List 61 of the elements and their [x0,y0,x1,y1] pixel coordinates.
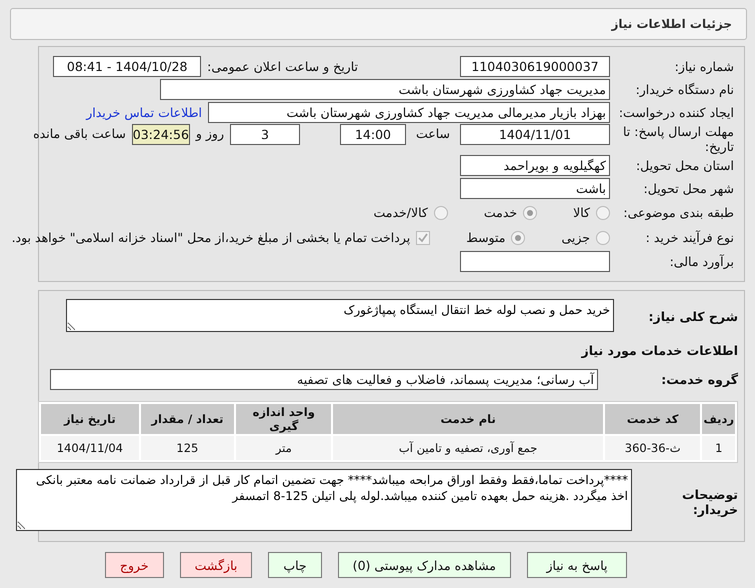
remaining-time-field: 03:24:56 [132,124,190,145]
city-field: باشت [460,178,610,199]
service-group-field: آب رسانی؛ مدیریت پسماند، فاضلاب و فعالیت های تصفیه [50,369,598,390]
page-header: جزئیات اطلاعات نیاز [10,8,747,40]
buyer-notes-field[interactable]: ****پرداخت تماما،فقط وفقط اوراق مرابحه میباشد**** جهت تضمین اتمام کار قبل از قرارداد ضمانت نامه معتبر بانکی اخذ میگردد .هزینه حمل بعهده تامین کننده میباشد.لوله پلی اتیلن 125-8 اتمسفر [16,469,632,531]
section-title: اطلاعات خدمات مورد نیاز [580,343,738,358]
table-cell: 1404/11/04 [41,436,139,460]
deadline-time-field: 14:00 [340,124,406,145]
field-label: شماره نیاز: [674,59,734,74]
field-label: تاریخ و ساعت اعلان عمومی: [207,59,358,74]
column-header: نام خدمت [333,404,603,434]
column-header: کد خدمت [604,404,700,434]
table-cell: 125 [140,436,234,460]
radio-label: متوسط [466,230,506,245]
days-field: 3 [230,124,300,145]
province-field: کهگیلویه و بویراحمد [460,155,610,176]
radio-button[interactable] [523,206,538,220]
column-header: تاریخ نیاز [41,404,139,434]
radio-label: خدمت [484,205,518,220]
radio-button[interactable] [596,230,610,244]
requester-field: بهزاد بازیار مدیرمالی مدیریت جهاد کشاورزی شهرستان باشت [208,102,610,123]
field-label: مهلت ارسال پاسخ: تا تاریخ: [622,124,734,154]
action-button[interactable]: بازگشت [180,552,252,578]
field-label: شرح کلی نیاز: [648,308,738,324]
checkbox-label: پرداخت تمام یا بخشی از مبلغ خرید،از محل "اسناد خزانه اسلامی" خواهد بود. [12,230,410,245]
action-button[interactable]: مشاهده مدارک پیوستی (0) [338,552,511,578]
radio-label: کالا/خدمت [373,205,428,220]
deadline-date-field: 1404/11/01 [460,124,610,145]
field-label: نام دستگاه خریدار: [634,82,734,97]
field-label: طبقه بندی موضوعی: [622,205,734,220]
buyer-org-field: مدیریت جهاد کشاورزی شهرستان باشت [160,79,610,100]
table-cell: 1 [702,436,735,460]
announce-date-field: 1404/10/28 - 08:41 [53,56,202,77]
description-field[interactable]: خرید حمل و نصب لوله خط انتقال ایستگاه پمپاژغورک [66,299,614,332]
column-header: واحد اندازه گیری [236,404,332,434]
radio-button[interactable] [511,230,526,244]
contact-link[interactable]: اطلاعات تماس خریدار [86,105,202,120]
table-cell: ث-36-360 [604,436,700,460]
action-button[interactable]: خروج [104,552,164,578]
field-label: ایجاد کننده درخواست: [618,105,734,120]
field-label: روز و [196,126,224,141]
radio-label: جزیی [561,230,590,245]
table-cell: جمع آوری، تصفیه و تامین آب [333,436,603,460]
column-header: ردیف [702,404,735,434]
table-cell: متر [236,436,332,460]
field-label: توضیحات خریدار: [681,486,738,517]
action-button[interactable]: چاپ [268,552,322,578]
field-label: ساعت باقی مانده [33,126,126,141]
checkbox[interactable] [416,230,430,244]
field-label: استان محل تحویل: [634,158,734,173]
column-header: تعداد / مقدار [140,404,234,434]
field-label: برآورد مالی: [668,254,734,269]
need-number-field: 1104030619000037 [460,56,610,77]
radio-button[interactable] [434,206,448,220]
action-button[interactable]: پاسخ به نیاز [527,552,627,578]
field-label: گروه خدمت: [660,372,738,387]
field-label: ساعت [416,126,450,141]
field-label: شهر محل تحویل: [642,181,734,196]
radio-button[interactable] [596,206,610,220]
radio-label: کالا [573,205,590,220]
field-label: نوع فرآیند خرید : [644,230,734,245]
